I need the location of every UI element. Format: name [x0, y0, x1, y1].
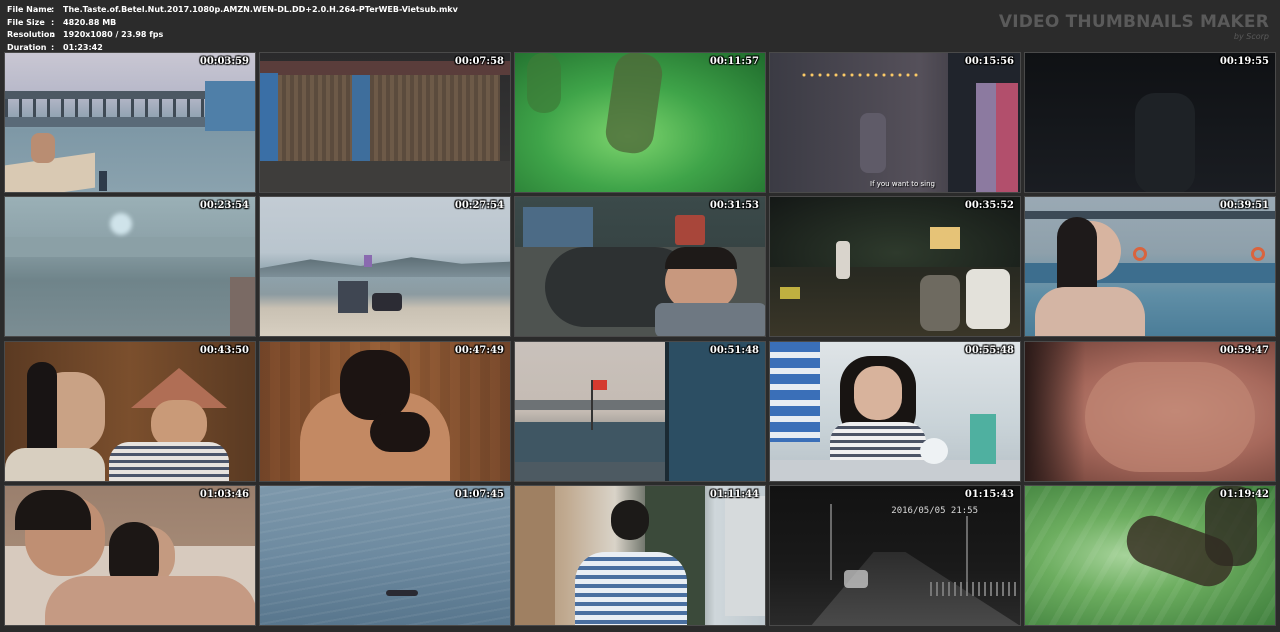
- timestamp: 01:11:44: [709, 489, 759, 500]
- info-value: The.Taste.of.Betel.Nut.2017.1080p.AMZN.W…: [63, 5, 458, 14]
- info-key: File Size: [7, 17, 45, 27]
- info-separator: :: [51, 30, 55, 39]
- thumbnail-image: [5, 53, 255, 192]
- info-value: 1920x1080 / 23.98 fps: [63, 30, 164, 39]
- info-key: Resolution: [7, 30, 56, 39]
- timestamp: 00:03:59: [199, 56, 249, 67]
- thumbnail[interactable]: 01:11:44: [514, 485, 766, 626]
- thumbnail[interactable]: 00:35:52: [769, 196, 1021, 337]
- timestamp: 01:07:45: [454, 489, 504, 500]
- thumbnail-image: [770, 342, 1020, 481]
- thumbnail-image: [1025, 197, 1275, 336]
- thumbnail-image: [260, 342, 510, 481]
- timestamp: 00:23:54: [199, 200, 249, 211]
- timestamp: 01:15:43: [964, 489, 1014, 500]
- thumbnail-image: [260, 197, 510, 336]
- timestamp: 00:35:52: [964, 200, 1014, 211]
- thumbnail[interactable]: 00:15:56 If you want to sing: [769, 52, 1021, 193]
- timestamp: 00:43:50: [199, 345, 249, 356]
- timestamp: 00:55:48: [964, 345, 1014, 356]
- thumbnail[interactable]: 00:07:58: [259, 52, 511, 193]
- thumbnail[interactable]: 01:03:46: [4, 485, 256, 626]
- thumbnail[interactable]: 00:47:49: [259, 341, 511, 482]
- thumbnail-image: [5, 197, 255, 336]
- thumbnail[interactable]: 2016/05/05 21:55 01:15:43: [769, 485, 1021, 626]
- thumbnail[interactable]: 00:31:53: [514, 196, 766, 337]
- thumbnail-image: [1025, 486, 1275, 625]
- thumbnail-image: [1025, 342, 1275, 481]
- thumbnail-image: [5, 486, 255, 625]
- timestamp: 00:31:53: [709, 200, 759, 211]
- info-value: 4820.88 MB: [63, 17, 117, 27]
- info-row-file-name: File Name : The.Taste.of.Betel.Nut.2017.…: [7, 4, 458, 17]
- thumbnail-image: [515, 53, 765, 192]
- info-row-resolution: Resolution : 1920x1080 / 23.98 fps: [7, 29, 458, 42]
- file-info-panel: File Name : The.Taste.of.Betel.Nut.2017.…: [7, 4, 458, 54]
- thumbnail[interactable]: 00:39:51: [1024, 196, 1276, 337]
- thumbnail-image: [515, 486, 765, 625]
- timestamp: 00:39:51: [1219, 200, 1269, 211]
- thumbnail-image: [1025, 53, 1275, 192]
- brand-watermark: VIDEO THUMBNAILS MAKER by Scorp: [999, 12, 1269, 41]
- timestamp: 00:51:48: [709, 345, 759, 356]
- thumbnail-image: [770, 197, 1020, 336]
- timestamp: 01:19:42: [1219, 489, 1269, 500]
- thumbnail-image: [260, 486, 510, 625]
- thumbnail-image: [260, 53, 510, 192]
- timestamp: 00:19:55: [1219, 56, 1269, 67]
- info-separator: :: [51, 5, 55, 14]
- thumbnail[interactable]: 01:07:45: [259, 485, 511, 626]
- thumbnail[interactable]: 01:19:42: [1024, 485, 1276, 626]
- cctv-timestamp-overlay: 2016/05/05 21:55: [891, 506, 978, 516]
- info-row-file-size: File Size : 4820.88 MB: [7, 17, 458, 30]
- timestamp: 00:59:47: [1219, 345, 1269, 356]
- thumbnail[interactable]: 00:19:55: [1024, 52, 1276, 193]
- thumbnail[interactable]: 00:55:48: [769, 341, 1021, 482]
- thumbnail[interactable]: 00:11:57: [514, 52, 766, 193]
- timestamp: 00:07:58: [454, 56, 504, 67]
- brand-title: VIDEO THUMBNAILS MAKER: [998, 12, 1269, 32]
- subtitle-text: If you want to sing: [870, 180, 935, 188]
- thumbnail[interactable]: 00:03:59: [4, 52, 256, 193]
- info-key: File Name: [7, 5, 53, 14]
- thumbnail[interactable]: 00:43:50: [4, 341, 256, 482]
- timestamp: 00:11:57: [709, 56, 759, 67]
- thumbnail[interactable]: 00:23:54: [4, 196, 256, 337]
- thumbnail[interactable]: 00:51:48: [514, 341, 766, 482]
- thumbnail[interactable]: 00:27:54: [259, 196, 511, 337]
- thumbnail-image: [770, 53, 1020, 192]
- thumbnail-image: [5, 342, 255, 481]
- thumbnail-grid: 00:03:59 00:07:58 00:11:57 00:15:56 If y…: [4, 52, 1276, 628]
- timestamp: 00:47:49: [454, 345, 504, 356]
- info-separator: :: [51, 17, 55, 27]
- thumbnail-image: [515, 197, 765, 336]
- thumbnail[interactable]: 00:59:47: [1024, 341, 1276, 482]
- thumbnail-image: [515, 342, 765, 481]
- brand-subtitle: by Scorp: [1233, 32, 1269, 41]
- timestamp: 00:15:56: [964, 56, 1014, 67]
- timestamp: 01:03:46: [199, 489, 249, 500]
- timestamp: 00:27:54: [454, 200, 504, 211]
